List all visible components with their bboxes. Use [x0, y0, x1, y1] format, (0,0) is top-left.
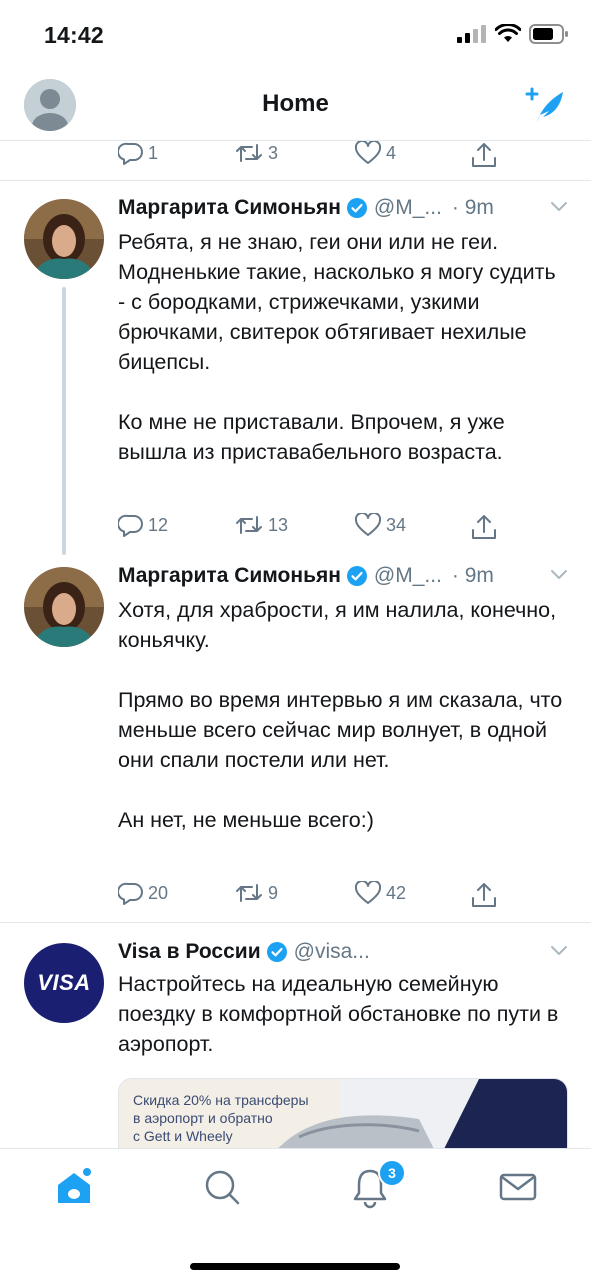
timeline-feed[interactable]: 1 3 4 Маргарита Симоньян @M_... · 9m Реб…: [0, 141, 591, 1148]
tab-search[interactable]: [200, 1165, 244, 1209]
tweet-actions: 12 13 34: [118, 513, 558, 541]
retweet-button[interactable]: 3: [234, 141, 278, 165]
like-count: 4: [386, 142, 397, 163]
caret-down-icon[interactable]: [549, 943, 569, 957]
reply-icon: [118, 882, 143, 905]
tweet-header: Visa в России @visa...: [118, 937, 569, 967]
author-name[interactable]: Маргарита Симоньян: [118, 564, 341, 588]
author-photo: [24, 199, 104, 279]
tweet-actions: 1 3 4: [118, 141, 558, 169]
compose-tweet-button[interactable]: [523, 84, 567, 128]
nav-header: Home: [0, 72, 591, 141]
tweet-header: Маргарита Симоньян @M_... · 9m: [118, 561, 569, 591]
reply-icon: [118, 142, 143, 165]
promo-card-text: Скидка 20% на трансферы в аэропорт и обр…: [133, 1092, 309, 1144]
share-button[interactable]: [470, 881, 498, 909]
screen: 14:42 Home 1 3 4 Маргарита Симоньян @M_.…: [0, 0, 591, 1280]
compose-icon: [525, 87, 563, 122]
like-icon: [354, 513, 382, 536]
home-icon: [58, 1168, 91, 1203]
retweet-icon: [236, 884, 262, 902]
reply-button[interactable]: 12: [118, 513, 168, 537]
tweet-author-avatar[interactable]: [24, 199, 104, 279]
messages-icon: [499, 1173, 537, 1201]
author-handle: @M_...: [373, 196, 442, 219]
search-icon: [205, 1170, 240, 1205]
reply-count: 12: [148, 514, 169, 535]
visa-logo-text: VISA: [37, 970, 91, 995]
wifi-icon: [495, 24, 521, 42]
status-icons: [457, 24, 569, 44]
verified-badge-icon: [266, 942, 287, 962]
like-button[interactable]: 4: [354, 141, 396, 165]
tweet-header: Маргарита Симоньян @M_... · 9m: [118, 193, 569, 223]
verified-badge-icon: [346, 566, 367, 586]
retweet-button[interactable]: 13: [234, 513, 288, 537]
retweet-icon: [236, 516, 262, 534]
reply-count: 20: [148, 882, 169, 903]
tweet-text: Настройтесь на идеальную семейную поездк…: [118, 972, 559, 1056]
home-indicator[interactable]: [190, 1263, 400, 1270]
tweet-author-avatar[interactable]: [24, 567, 104, 647]
notifications-badge: 3: [378, 1159, 406, 1187]
author-handle: @M_...: [373, 564, 442, 587]
share-icon: [472, 883, 496, 907]
status-time: 14:42: [44, 22, 104, 48]
share-button[interactable]: [470, 513, 498, 541]
signal-icon: [457, 25, 486, 43]
tweet-time: · 9m: [451, 564, 494, 587]
like-button[interactable]: 42: [354, 881, 406, 905]
tweet-actions: 20 9 42: [118, 881, 558, 909]
share-button[interactable]: [470, 141, 498, 169]
caret-down-icon[interactable]: [549, 567, 569, 581]
like-icon: [354, 881, 382, 904]
divider: [0, 922, 591, 923]
reply-button[interactable]: 20: [118, 881, 168, 905]
battery-icon: [529, 24, 568, 44]
tab-home[interactable]: [52, 1165, 96, 1209]
tweet-text: Ребята, я не знаю, геи они или не геи. М…: [118, 230, 556, 464]
page-title: Home: [262, 90, 329, 117]
tab-bar: 3: [0, 1148, 591, 1280]
tab-messages[interactable]: [496, 1165, 540, 1209]
caret-down-icon[interactable]: [549, 199, 569, 213]
like-button[interactable]: 34: [354, 513, 406, 537]
promo-card[interactable]: Скидка 20% на трансферы в аэропорт и обр…: [118, 1078, 568, 1148]
share-icon: [472, 143, 496, 167]
retweet-icon: [236, 144, 262, 162]
tweet-text: Хотя, для храбрости, я им налила, конечн…: [118, 598, 563, 832]
divider: [0, 180, 591, 181]
thread-line: [62, 287, 66, 555]
like-count: 42: [386, 882, 407, 903]
author-photo: [24, 567, 104, 647]
author-handle: @visa...: [293, 940, 370, 963]
like-icon: [354, 141, 382, 164]
reply-icon: [118, 514, 143, 537]
reply-button[interactable]: 1: [118, 141, 158, 165]
retweet-count: 13: [268, 514, 289, 535]
retweet-count: 3: [268, 142, 279, 163]
status-bar: 14:42: [0, 0, 591, 72]
like-count: 34: [386, 514, 407, 535]
visa-avatar[interactable]: VISA: [24, 943, 104, 1023]
share-icon: [472, 515, 496, 539]
reply-count: 1: [148, 142, 159, 163]
tweet-time: · 9m: [451, 196, 494, 219]
retweet-count: 9: [268, 882, 279, 903]
retweet-button[interactable]: 9: [234, 881, 278, 905]
verified-badge-icon: [346, 198, 367, 218]
author-name[interactable]: Visa в России: [118, 940, 261, 964]
author-name[interactable]: Маргарита Симоньян: [118, 196, 341, 220]
